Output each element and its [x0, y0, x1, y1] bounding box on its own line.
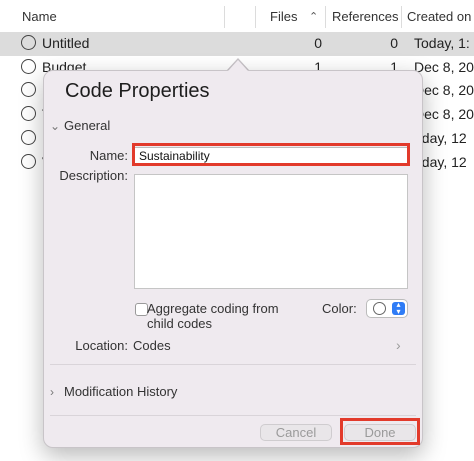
section-divider	[50, 364, 416, 365]
row-created: Dec 8, 20	[414, 59, 474, 75]
row-name: Untitled	[42, 35, 90, 51]
column-header-files[interactable]: Files	[270, 9, 297, 24]
code-color-circle-icon	[21, 35, 36, 50]
name-field[interactable]	[134, 147, 408, 165]
modification-history-toggle[interactable]: › Modification History	[50, 384, 177, 399]
code-color-circle-icon	[21, 82, 36, 97]
column-header-name[interactable]: Name	[22, 9, 57, 24]
column-separator	[401, 6, 402, 28]
general-section-label: General	[64, 118, 111, 133]
dialog-title: Code Properties	[65, 80, 210, 102]
column-header-created[interactable]: Created on	[407, 9, 471, 24]
modification-history-label: Modification History	[64, 384, 178, 399]
general-section-toggle[interactable]: ⌄ General	[50, 118, 110, 133]
code-properties-dialog: Code Properties ⌄General Name: Descripti…	[43, 70, 423, 448]
aggregate-coding-label-line1: Aggregate coding from	[147, 301, 279, 316]
footer-divider	[50, 415, 416, 416]
code-color-circle-icon	[21, 130, 36, 145]
chevron-right-icon[interactable]: ›	[396, 337, 401, 353]
row-files: 0	[314, 35, 322, 51]
code-color-circle-icon	[21, 59, 36, 74]
code-color-circle-icon	[21, 106, 36, 121]
color-label: Color:	[322, 301, 357, 316]
color-swatch-icon	[373, 302, 386, 315]
description-label: Description:	[59, 168, 128, 183]
row-created: Today, 1:	[414, 35, 470, 51]
column-header-references[interactable]: References	[332, 9, 398, 24]
sort-ascending-icon[interactable]: ⌃	[309, 10, 318, 23]
done-button[interactable]: Done	[344, 424, 416, 441]
column-separator	[224, 6, 225, 28]
column-separator	[255, 6, 256, 28]
code-color-circle-icon	[21, 154, 36, 169]
row-references: 0	[390, 35, 398, 51]
chevron-down-icon: ⌄	[50, 119, 61, 133]
aggregate-coding-label: Aggregate coding from child codes	[147, 301, 297, 331]
cancel-button[interactable]: Cancel	[260, 424, 332, 441]
aggregate-coding-label-line2: child codes	[147, 316, 213, 331]
table-row[interactable]: Untitled 0 0 Today, 1:	[0, 32, 474, 56]
stepper-chevrons-icon: ▴ ▾	[392, 301, 405, 315]
chevron-right-icon: ›	[50, 385, 54, 399]
column-separator	[325, 6, 326, 28]
location-value[interactable]: Codes	[133, 338, 171, 353]
name-label: Name:	[89, 148, 128, 163]
location-label: Location:	[75, 338, 128, 353]
color-picker[interactable]: ▴ ▾	[366, 299, 408, 318]
popover-arrow-fill	[228, 60, 248, 71]
table-header: Name Files ⌃ References Created on	[0, 0, 474, 34]
description-field[interactable]	[134, 174, 408, 289]
